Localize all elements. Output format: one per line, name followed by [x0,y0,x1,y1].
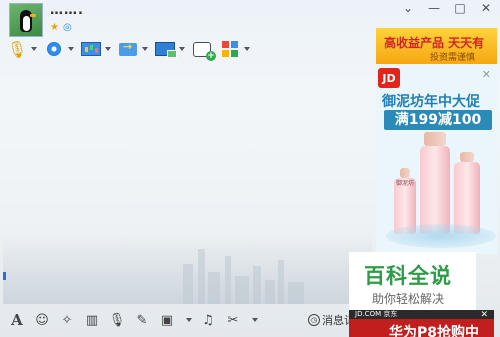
background-skyline [3,234,372,304]
chevron-down-icon[interactable] [142,47,148,51]
voice-message-icon[interactable]: 🎙 [108,313,126,328]
ad-promo: 满199减100 [384,110,492,130]
file-transfer-button[interactable] [117,38,148,60]
window-controls: ⌄ — □ ✕ [400,0,494,16]
ad-top-banner[interactable]: 高收益产品 天天有 投资需谨慎 [376,28,497,64]
font-icon[interactable]: A [8,311,26,329]
jd-banner[interactable]: JD.COM 京东 ✕ 华为P8抢购中 [349,310,494,337]
maximize-icon[interactable]: □ [452,0,468,16]
image-icon[interactable]: ▣ [158,313,176,328]
left-edge-marker [3,272,6,280]
chat-window: ……. ★ ◎ ⌄ — □ ✕ 🎙 → + A ☺ ✧ ▥ 🎙 ✎ ▣ ♫ ✂ … [0,0,500,337]
watermark: 百科全说 助你轻松解决 [349,252,476,310]
product-bottle [454,162,480,234]
voice-call-button[interactable]: 🎙 [6,38,37,60]
emoji-icon[interactable]: ☺ [33,313,51,328]
message-area[interactable] [3,62,372,304]
folder-icon [117,39,139,59]
ad-top-subtext: 投资需谨慎 [430,53,476,63]
chevron-down-icon[interactable] [252,318,258,322]
message-add-icon [191,39,216,61]
scissors-icon[interactable]: ✂ [224,313,242,328]
bottle-cap [460,152,474,162]
chevron-down-icon[interactable] [179,47,185,51]
top-toolbar: 🎙 [6,38,250,61]
bottle-label: 御泥坊 [396,180,415,187]
camera-icon [43,39,65,59]
video-clip-icon[interactable]: ▥ [83,313,101,328]
chevron-down-icon[interactable] [31,47,37,51]
bottle-cap [400,168,410,178]
jd-logo: JD [378,68,400,88]
watermark-title: 百科全说 [364,264,452,288]
minimize-icon[interactable]: — [426,0,442,16]
pen-icon[interactable]: ✎ [133,313,151,328]
star-icon[interactable]: ★ [50,22,59,33]
shake-icon[interactable]: ✧ [58,313,76,328]
chevron-down-icon[interactable] [186,318,192,322]
invite-group-button[interactable] [191,38,216,61]
screen-share-button[interactable] [80,38,111,60]
close-icon[interactable]: ✕ [482,68,491,81]
status-icons: ★ ◎ [50,22,72,33]
watermark-subtitle: 助你轻松解决 [372,292,445,306]
product-bottle [420,146,450,234]
screen-icon [80,39,102,59]
apps-grid-icon [219,39,241,59]
remote-desktop-icon [154,39,177,59]
contact-nickname[interactable]: ……. [50,3,84,18]
ad-title: 御泥坊年中大促 [382,94,480,110]
clock-icon: ◷ [308,314,320,326]
close-icon[interactable]: ✕ [480,310,488,320]
jd-banner-top: JD.COM 京东 [349,310,494,319]
menu-icon[interactable]: ⌄ [400,0,416,16]
bottle-cap [424,132,446,146]
close-icon[interactable]: ✕ [478,0,494,16]
chevron-down-icon[interactable] [105,47,111,51]
remote-assist-button[interactable] [154,38,185,60]
water-splash [386,224,496,248]
contact-avatar[interactable] [9,3,43,37]
ad-top-text: 高收益产品 天天有 [384,36,485,50]
chevron-down-icon[interactable] [244,47,250,51]
video-call-button[interactable] [43,38,74,60]
apps-button[interactable] [219,38,250,60]
chevron-down-icon[interactable] [68,47,74,51]
ad-panel[interactable]: 高收益产品 天天有 投资需谨慎 JD ✕ 御泥坊年中大促 满199减100 御泥… [376,28,497,254]
qzone-icon[interactable]: ◎ [63,22,72,33]
microphone-icon: 🎙 [6,39,28,59]
jd-banner-text: 华为P8抢购中 [389,325,480,337]
music-icon[interactable]: ♫ [199,313,217,328]
